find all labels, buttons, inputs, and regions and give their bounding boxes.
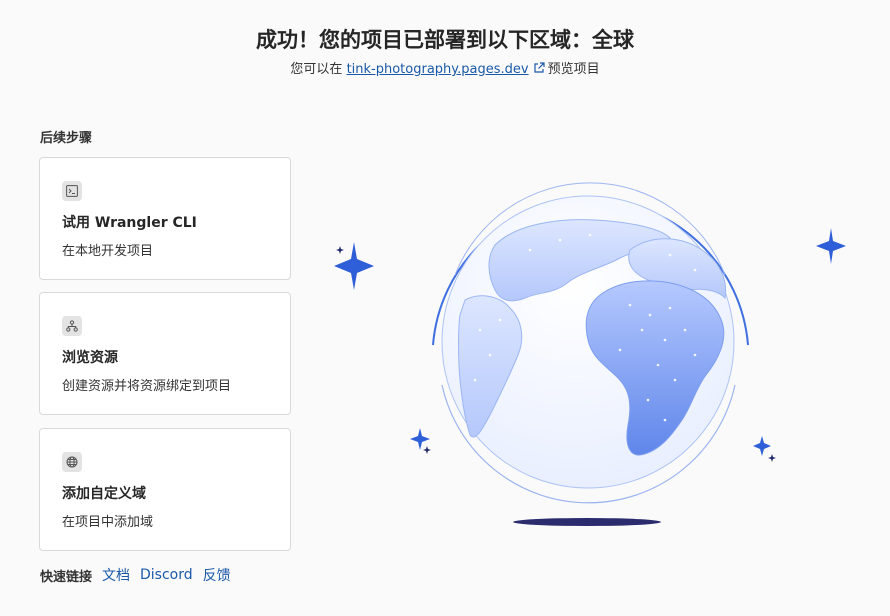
external-link-icon[interactable] bbox=[533, 62, 545, 74]
page-title: 成功！您的项目已部署到以下区域：全球 bbox=[256, 28, 634, 52]
next-steps-heading: 后续步骤 bbox=[40, 131, 93, 146]
card-wrangler-cli[interactable]: 试用 Wrangler CLI 在本地开发项目 bbox=[39, 157, 291, 280]
docs-link[interactable]: 文档 bbox=[102, 565, 130, 585]
quick-links: 快速链接 文档 Discord 反馈 bbox=[40, 565, 231, 585]
resource-tree-icon bbox=[62, 316, 82, 336]
card-description: 创建资源并将资源绑定到项目 bbox=[62, 379, 232, 394]
card-title: 添加自定义域 bbox=[62, 486, 146, 502]
card-browse-resources[interactable]: 浏览资源 创建资源并将资源绑定到项目 bbox=[39, 292, 291, 415]
quick-links-label: 快速链接 bbox=[40, 569, 93, 585]
globe-shadow bbox=[513, 518, 661, 526]
project-url-link[interactable]: tink-photography.pages.dev bbox=[347, 62, 529, 77]
card-title: 浏览资源 bbox=[62, 350, 118, 366]
card-add-custom-domain[interactable]: 添加自定义域 在项目中添加域 bbox=[39, 428, 291, 551]
feedback-link[interactable]: 反馈 bbox=[203, 565, 231, 585]
discord-link[interactable]: Discord bbox=[140, 567, 193, 583]
subtitle-suffix: 预览项目 bbox=[547, 62, 600, 77]
globe-illustration bbox=[334, 182, 846, 526]
success-header: 成功！您的项目已部署到以下区域：全球 您可以在 tink-photography… bbox=[0, 22, 890, 80]
subtitle: 您可以在 tink-photography.pages.dev 预览项目 bbox=[0, 60, 890, 80]
globe-icon bbox=[62, 452, 82, 472]
card-description: 在项目中添加域 bbox=[62, 515, 154, 530]
terminal-icon bbox=[62, 181, 82, 201]
card-description: 在本地开发项目 bbox=[62, 244, 154, 259]
card-title: 试用 Wrangler CLI bbox=[62, 215, 197, 231]
subtitle-prefix: 您可以在 bbox=[290, 62, 343, 77]
